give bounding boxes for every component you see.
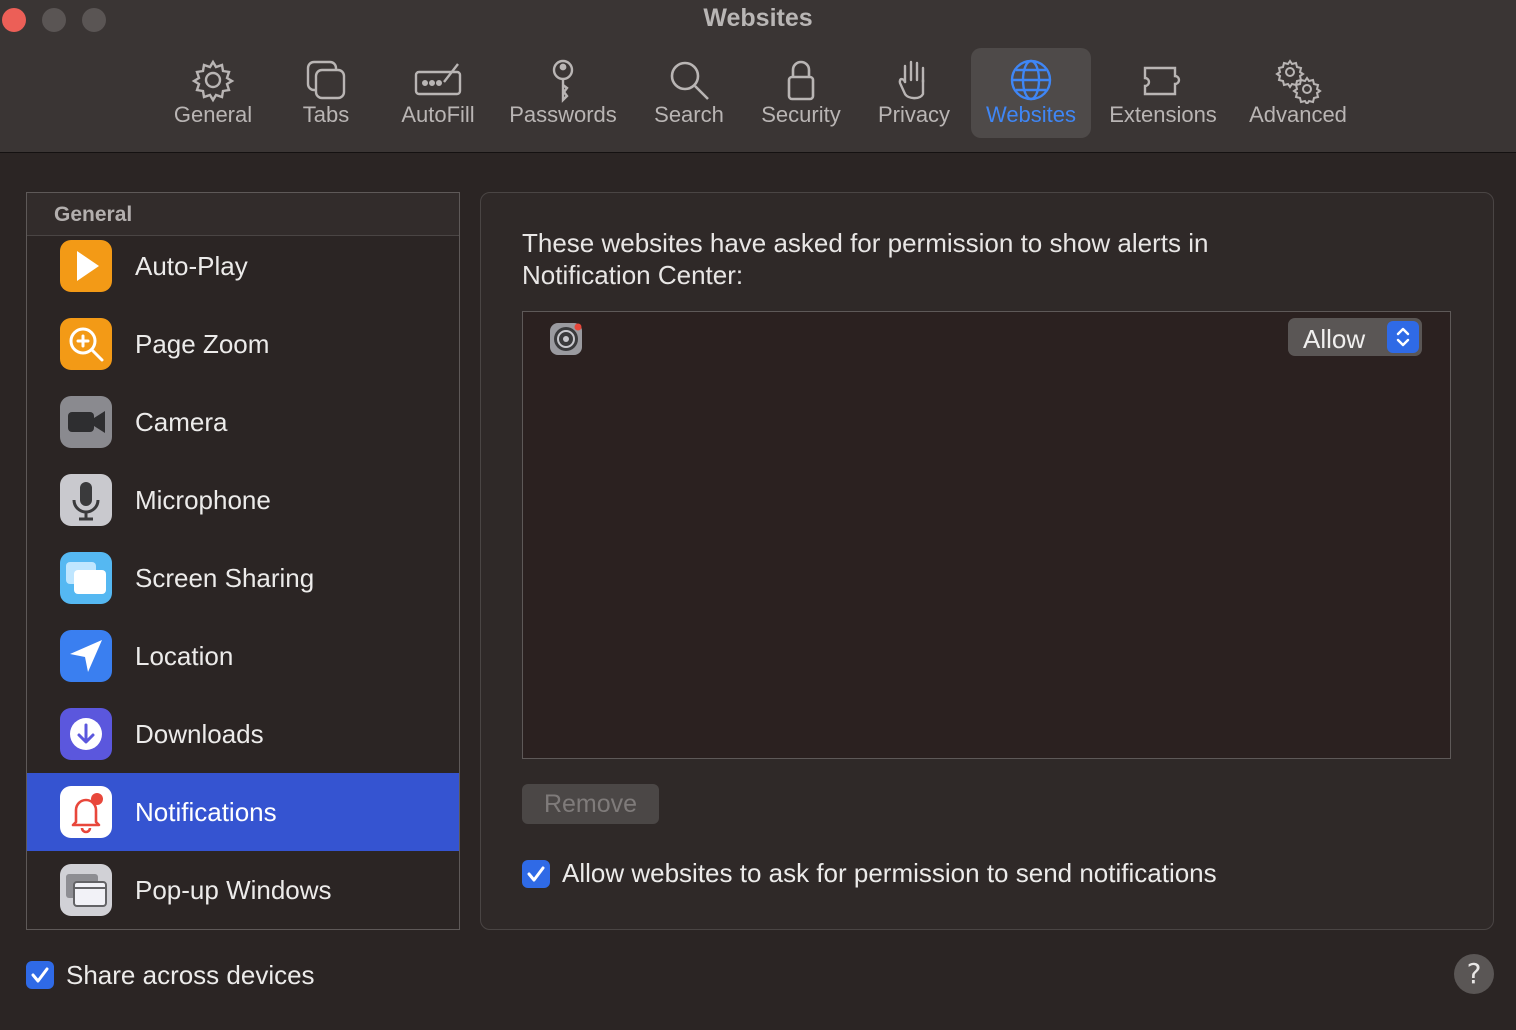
tab-label: Extensions [1109,102,1217,127]
panel-description: These websites have asked for permission… [522,228,1209,290]
permission-value: Allow [1303,324,1366,354]
zoom-icon [60,318,112,370]
toolbar: Websites General Tabs AutoFill Passwords… [0,0,1516,153]
location-arrow-icon [60,630,112,682]
tab-label: Security [761,102,841,127]
tab-passwords[interactable]: Passwords [503,48,623,138]
tab-label: Advanced [1249,102,1347,127]
notifications-panel: These websites have asked for permission… [480,192,1494,930]
tab-tabs[interactable]: Tabs [283,48,369,138]
sidebar-item-label: Microphone [135,485,271,515]
tab-label: Websites [985,102,1077,127]
allow-ask-checkbox[interactable] [522,860,550,888]
autofill-icon [414,63,462,96]
sidebar-item-page-zoom[interactable]: Page Zoom [27,305,459,383]
download-icon [60,708,112,760]
sidebar-item-notifications[interactable]: Notifications [27,773,459,851]
camera-icon [60,396,112,448]
play-icon [60,240,112,292]
sidebar-item-label: Page Zoom [135,329,270,359]
window-title: Websites [703,4,813,32]
share-across-devices-checkbox[interactable] [26,961,54,989]
tab-advanced[interactable]: Advanced [1239,48,1357,138]
tab-general[interactable]: General [163,48,263,138]
sidebar-item-label: Auto-Play [135,251,248,281]
gears-icon [1275,59,1322,104]
chevron-up-down-icon [1387,321,1419,353]
tab-label: AutoFill [401,102,475,127]
tab-label: General [173,102,253,127]
remove-button[interactable]: Remove [522,784,659,824]
sidebar-item-label: Screen Sharing [135,563,315,593]
tabs-icon [306,60,346,100]
bell-icon [60,786,112,838]
tab-websites[interactable]: Websites [971,48,1091,138]
sidebar-item-label: Camera [135,407,228,437]
help-button[interactable]: ? [1454,954,1494,994]
lock-icon [787,60,815,101]
allow-ask-label: Allow websites to ask for permission to … [562,858,1217,888]
tab-extensions[interactable]: Extensions [1103,48,1223,138]
system-preferences-icon [549,322,583,356]
tab-privacy[interactable]: Privacy [866,48,962,138]
key-icon [552,59,574,103]
gear-icon [191,59,235,103]
permission-popup[interactable]: Allow [1288,318,1422,356]
sidebar-item-label: Pop-up Windows [135,875,332,905]
share-across-devices-label: Share across devices [66,960,315,990]
tab-security[interactable]: Security [751,48,851,138]
sidebar-item-screen-sharing[interactable]: Screen Sharing [27,539,459,617]
website-permission-list[interactable]: Allow [522,311,1451,759]
sidebar-header-label: General [54,203,133,226]
sidebar-item-location[interactable]: Location [27,617,459,695]
tab-search[interactable]: Search [643,48,735,138]
sidebar-item-camera[interactable]: Camera [27,383,459,461]
puzzle-icon [1143,66,1181,96]
checkmark-icon [527,866,545,882]
website-settings-sidebar: General Auto-Play Page Zoom Camera Micro… [26,192,460,930]
tab-label: Tabs [302,102,350,127]
screen-sharing-icon [60,552,112,604]
tab-label: Privacy [877,102,951,127]
popup-windows-icon [60,864,112,916]
sidebar-item-label: Location [135,641,234,671]
globe-icon [1010,59,1052,101]
sidebar-item-label: Downloads [135,719,264,749]
hand-icon [898,60,925,100]
sidebar-item-microphone[interactable]: Microphone [27,461,459,539]
sidebar-item-popup-windows[interactable]: Pop-up Windows [27,851,459,929]
tab-label: Search [654,102,724,127]
sidebar-item-label: Notifications [135,797,277,827]
search-icon [670,61,709,100]
sidebar-item-auto-play[interactable]: Auto-Play [27,227,459,305]
checkmark-icon [31,967,49,983]
tab-label: Passwords [509,102,617,127]
sidebar-item-downloads[interactable]: Downloads [27,695,459,773]
microphone-icon [60,474,112,526]
tab-autofill[interactable]: AutoFill [389,48,487,138]
